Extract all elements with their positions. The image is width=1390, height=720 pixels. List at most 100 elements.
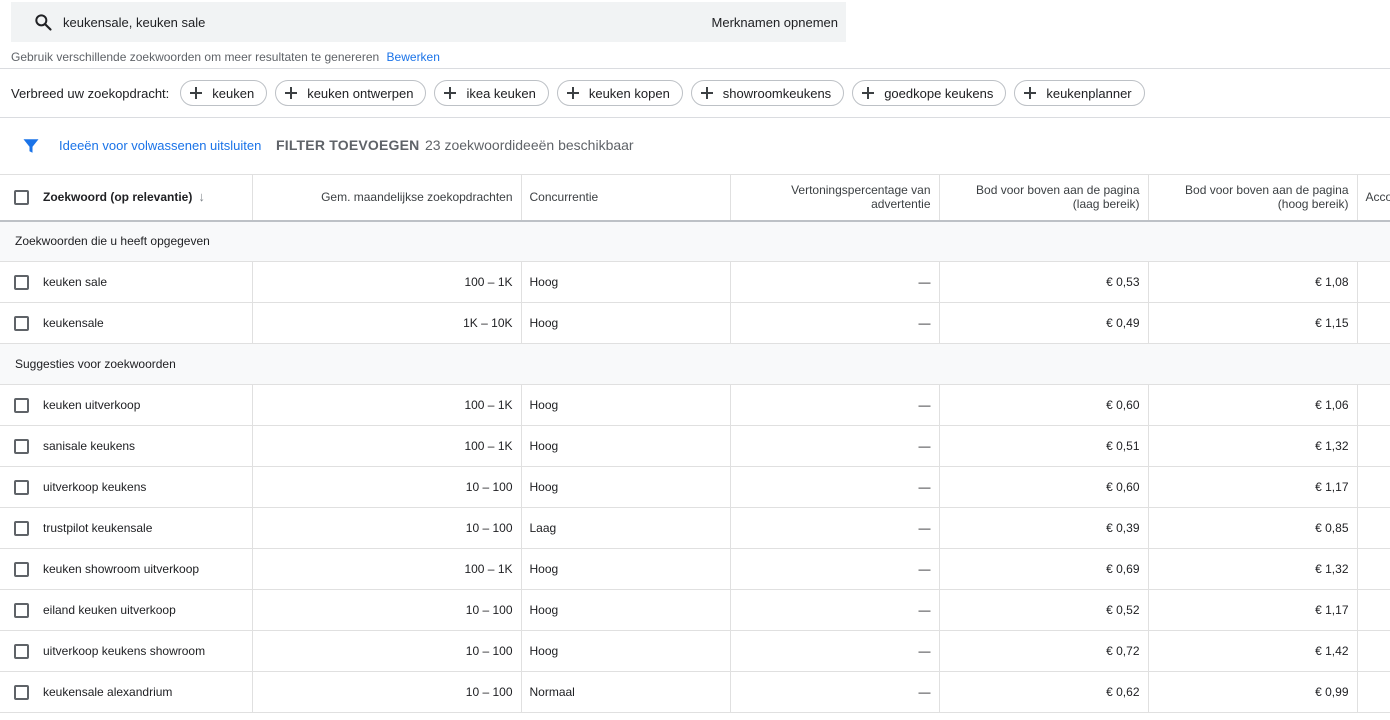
account-cell <box>1357 589 1390 631</box>
monthly-cell: 1K – 10K <box>252 302 522 344</box>
row-select-cell <box>0 302 43 344</box>
bid-high-cell: € 1,17 <box>1148 589 1358 631</box>
account-cell <box>1357 630 1390 672</box>
row-checkbox[interactable] <box>14 643 29 659</box>
chip-keuken-ontwerpen[interactable]: keuken ontwerpen <box>275 80 427 106</box>
table-row: uitverkoop keukens 10 – 100 Hoog — € 0,6… <box>0 466 1390 508</box>
impression-share-cell: — <box>730 671 940 713</box>
impression-share-cell: — <box>730 384 940 426</box>
row-checkbox[interactable] <box>14 315 29 331</box>
divider <box>0 68 1390 69</box>
account-cell <box>1357 507 1390 549</box>
keyword-cell: sanisale keukens <box>43 425 253 467</box>
include-brands-button[interactable]: Merknamen opnemen <box>712 15 838 30</box>
row-checkbox[interactable] <box>14 561 29 577</box>
exclude-adult-ideas-filter[interactable]: Ideeën voor volwassenen uitsluiten <box>59 138 261 153</box>
header-account[interactable]: Acco <box>1357 174 1390 222</box>
header-bid-low[interactable]: Bod voor boven aan de pagina (laag berei… <box>939 174 1149 222</box>
table-header-row: Zoekwoord (op relevantie) ↓ Gem. maandeli… <box>0 174 1390 222</box>
table-row: sanisale keukens 100 – 1K Hoog — € 0,51 … <box>0 425 1390 467</box>
header-competition[interactable]: Concurrentie <box>521 174 731 222</box>
row-select-cell <box>0 548 43 590</box>
section-row: Suggesties voor zoekwoorden <box>0 343 1390 385</box>
section-suggestions-label: Suggesties voor zoekwoorden <box>0 343 1390 385</box>
chip-goedkope-keukens[interactable]: goedkope keukens <box>852 80 1007 106</box>
competition-cell: Hoog <box>521 384 731 426</box>
arrow-down-icon: ↓ <box>198 189 205 205</box>
header-keyword[interactable]: Zoekwoord (op relevantie) ↓ <box>43 174 253 222</box>
keyword-cell: keukensale alexandrium <box>43 671 253 713</box>
chip-label: showroomkeukens <box>722 85 832 101</box>
divider <box>0 117 1390 118</box>
impression-share-cell: — <box>730 507 940 549</box>
monthly-cell: 10 – 100 <box>252 589 522 631</box>
header-monthly-searches[interactable]: Gem. maandelijkse zoekopdrachten <box>252 174 522 222</box>
bid-low-cell: € 0,60 <box>939 384 1149 426</box>
chip-keuken[interactable]: keuken <box>180 80 268 106</box>
bid-high-cell: € 1,32 <box>1148 425 1358 467</box>
keyword-cell: trustpilot keukensale <box>43 507 253 549</box>
bid-high-cell: € 1,06 <box>1148 384 1358 426</box>
table-row: uitverkoop keukens showroom 10 – 100 Hoo… <box>0 630 1390 672</box>
row-checkbox[interactable] <box>14 520 29 536</box>
select-all-checkbox[interactable] <box>14 189 29 205</box>
row-checkbox[interactable] <box>14 397 29 413</box>
monthly-cell: 100 – 1K <box>252 384 522 426</box>
competition-cell: Hoog <box>521 589 731 631</box>
account-cell <box>1357 425 1390 467</box>
row-select-cell <box>0 671 43 713</box>
impression-share-cell: — <box>730 261 940 303</box>
filter-icon[interactable] <box>22 137 40 155</box>
plus-icon <box>862 87 875 99</box>
search-bar[interactable]: keukensale, keuken sale Merknamen opneme… <box>11 2 846 42</box>
account-cell <box>1357 548 1390 590</box>
competition-cell: Hoog <box>521 466 731 508</box>
bid-high-cell: € 1,17 <box>1148 466 1358 508</box>
plus-icon <box>444 87 457 99</box>
plus-icon <box>1024 87 1037 99</box>
available-ideas-count: 23 zoekwoordideeën beschikbaar <box>425 137 634 153</box>
keyword-cell: eiland keuken uitverkoop <box>43 589 253 631</box>
chip-label: goedkope keukens <box>884 85 994 101</box>
row-checkbox[interactable] <box>14 684 29 700</box>
row-select-cell <box>0 384 43 426</box>
hint-text: Gebruik verschillende zoekwoorden om mee… <box>11 50 380 64</box>
search-input[interactable]: keukensale, keuken sale <box>63 15 205 30</box>
row-checkbox[interactable] <box>14 602 29 618</box>
table-row: eiland keuken uitverkoop 10 – 100 Hoog —… <box>0 589 1390 631</box>
row-checkbox[interactable] <box>14 438 29 454</box>
bid-low-cell: € 0,53 <box>939 261 1149 303</box>
row-checkbox[interactable] <box>14 479 29 495</box>
chip-keuken-kopen[interactable]: keuken kopen <box>556 80 683 106</box>
monthly-cell: 10 – 100 <box>252 630 522 672</box>
account-cell <box>1357 671 1390 713</box>
chip-label: keuken kopen <box>588 85 670 101</box>
monthly-cell: 100 – 1K <box>252 548 522 590</box>
chip-ikea-keuken[interactable]: ikea keuken <box>434 80 549 106</box>
header-impression-share[interactable]: Vertoningspercentage van advertentie <box>730 174 940 222</box>
plus-icon <box>285 87 298 99</box>
competition-cell: Hoog <box>521 548 731 590</box>
impression-share-cell: — <box>730 466 940 508</box>
chip-keukenplanner[interactable]: keukenplanner <box>1014 80 1145 106</box>
plus-icon <box>700 87 713 99</box>
add-filter-button[interactable]: FILTER TOEVOEGEN <box>276 137 419 153</box>
bid-low-cell: € 0,52 <box>939 589 1149 631</box>
keyword-cell: keuken sale <box>43 261 253 303</box>
row-checkbox[interactable] <box>14 274 29 290</box>
competition-cell: Normaal <box>521 671 731 713</box>
chip-showroomkeukens[interactable]: showroomkeukens <box>690 80 845 106</box>
chip-label: ikea keuken <box>466 85 536 101</box>
table-row: keukensale alexandrium 10 – 100 Normaal … <box>0 671 1390 713</box>
monthly-cell: 100 – 1K <box>252 261 522 303</box>
plus-icon <box>566 87 579 99</box>
edit-link[interactable]: Bewerken <box>387 50 440 64</box>
bid-high-cell: € 0,85 <box>1148 507 1358 549</box>
competition-cell: Hoog <box>521 425 731 467</box>
row-select-cell <box>0 261 43 303</box>
impression-share-cell: — <box>730 548 940 590</box>
row-select-cell <box>0 589 43 631</box>
header-keyword-label: Zoekwoord (op relevantie) <box>43 190 193 205</box>
header-bid-high[interactable]: Bod voor boven aan de pagina (hoog berei… <box>1148 174 1358 222</box>
broaden-label: Verbreed uw zoekopdracht: <box>11 85 170 101</box>
